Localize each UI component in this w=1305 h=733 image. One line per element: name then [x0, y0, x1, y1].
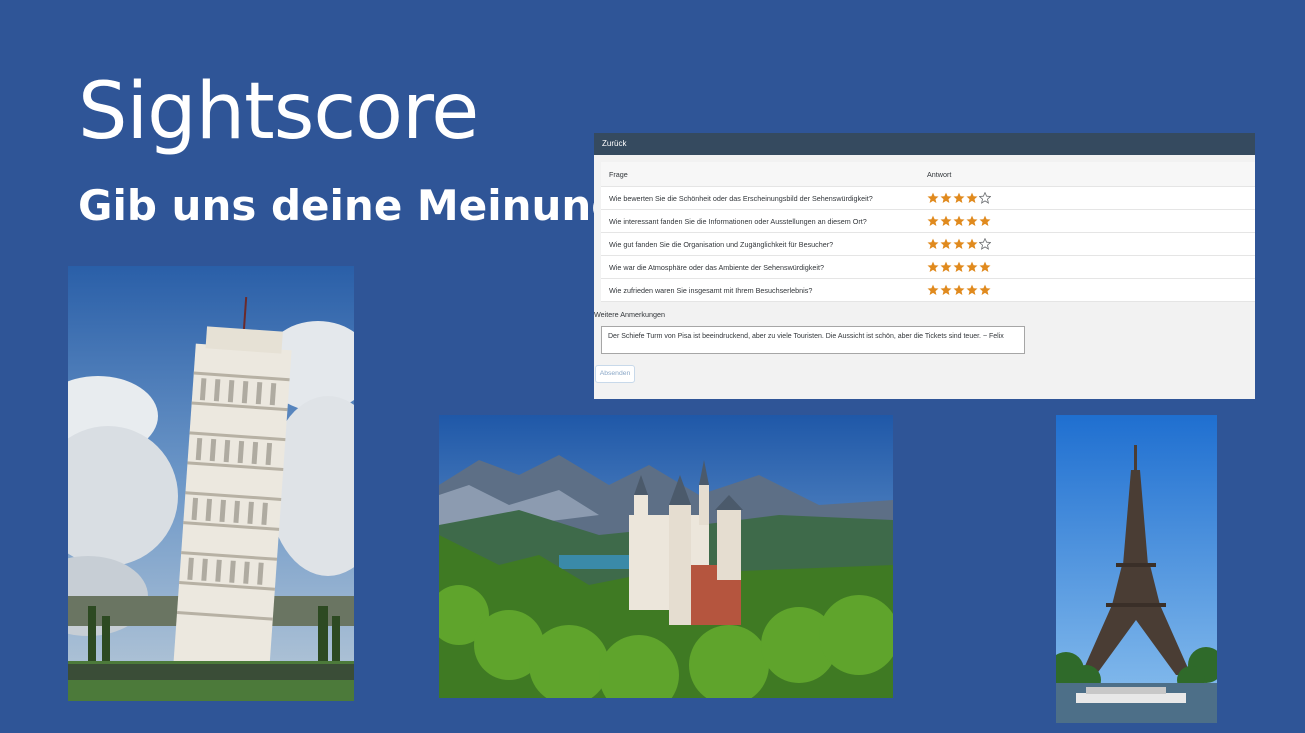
remarks-label: Weitere Anmerkungen	[594, 310, 665, 319]
question-text: Wie zufrieden waren Sie insgesamt mit Ih…	[609, 285, 813, 295]
table-header: Frage Antwort	[601, 162, 1255, 187]
rating-cell	[927, 238, 1255, 250]
star-filled-icon[interactable]	[966, 192, 978, 204]
column-header-question: Frage	[609, 169, 628, 179]
survey-table: Frage Antwort Wie bewerten Sie die Schön…	[601, 162, 1255, 302]
leaning-tower-of-pisa-photo	[68, 266, 354, 701]
rating-cell	[927, 261, 1255, 273]
star-filled-icon[interactable]	[953, 215, 965, 227]
star-filled-icon[interactable]	[927, 215, 939, 227]
slide-title: Sightscore	[78, 67, 479, 157]
survey-panel: Zurück Frage Antwort Wie bewerten Sie di…	[594, 133, 1255, 399]
star-rating[interactable]	[927, 284, 1255, 296]
star-filled-icon[interactable]	[979, 284, 991, 296]
star-filled-icon[interactable]	[940, 261, 952, 273]
table-row: Wie gut fanden Sie die Organisation und …	[601, 233, 1255, 256]
table-row: Wie interessant fanden Sie die Informati…	[601, 210, 1255, 233]
star-filled-icon[interactable]	[940, 238, 952, 250]
star-filled-icon[interactable]	[966, 238, 978, 250]
star-empty-icon[interactable]	[979, 192, 991, 204]
star-empty-icon[interactable]	[979, 238, 991, 250]
rating-cell	[927, 284, 1255, 296]
star-filled-icon[interactable]	[953, 238, 965, 250]
star-filled-icon[interactable]	[927, 192, 939, 204]
table-row: Wie war die Atmosphäre oder das Ambiente…	[601, 256, 1255, 279]
star-filled-icon[interactable]	[966, 215, 978, 227]
star-filled-icon[interactable]	[979, 261, 991, 273]
star-filled-icon[interactable]	[927, 238, 939, 250]
column-header-answer: Antwort	[927, 169, 952, 179]
star-rating[interactable]	[927, 215, 1255, 227]
table-row: Wie zufrieden waren Sie insgesamt mit Ih…	[601, 279, 1255, 302]
rating-cell	[927, 192, 1255, 204]
star-filled-icon[interactable]	[979, 215, 991, 227]
star-filled-icon[interactable]	[927, 284, 939, 296]
star-filled-icon[interactable]	[953, 192, 965, 204]
star-rating[interactable]	[927, 192, 1255, 204]
star-filled-icon[interactable]	[940, 192, 952, 204]
remarks-textarea[interactable]: Der Schiefe Turm von Pisa ist beeindruck…	[601, 326, 1025, 354]
question-text: Wie gut fanden Sie die Organisation und …	[609, 239, 834, 249]
star-filled-icon[interactable]	[966, 261, 978, 273]
star-filled-icon[interactable]	[953, 261, 965, 273]
question-text: Wie interessant fanden Sie die Informati…	[609, 216, 867, 226]
star-filled-icon[interactable]	[953, 284, 965, 296]
back-button[interactable]: Zurück	[594, 133, 1255, 155]
star-filled-icon[interactable]	[966, 284, 978, 296]
rating-cell	[927, 215, 1255, 227]
submit-button[interactable]: Absenden	[595, 365, 635, 383]
eiffel-tower-photo	[1056, 415, 1217, 723]
question-text: Wie war die Atmosphäre oder das Ambiente…	[609, 262, 824, 272]
star-rating[interactable]	[927, 238, 1255, 250]
star-filled-icon[interactable]	[940, 284, 952, 296]
star-filled-icon[interactable]	[927, 261, 939, 273]
question-text: Wie bewerten Sie die Schönheit oder das …	[609, 193, 873, 203]
slide-subtitle: Gib uns deine Meinung!	[78, 181, 641, 230]
table-row: Wie bewerten Sie die Schönheit oder das …	[601, 187, 1255, 210]
star-rating[interactable]	[927, 261, 1255, 273]
neuschwanstein-castle-photo	[439, 415, 893, 698]
star-filled-icon[interactable]	[940, 215, 952, 227]
